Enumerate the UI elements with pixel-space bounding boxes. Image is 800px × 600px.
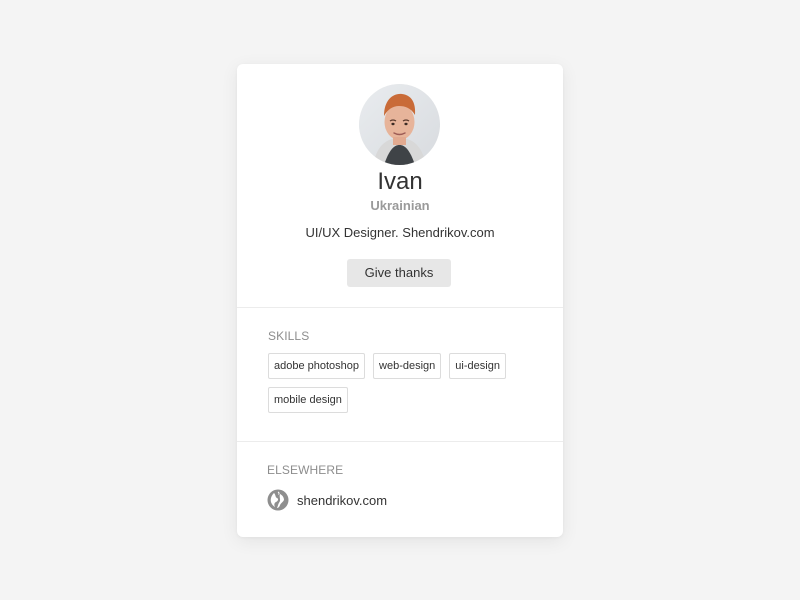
profile-section: Ivan Ukrainian UI/UX Designer. Shendriko…	[237, 64, 563, 308]
skills-tag-list: adobe photoshop web-design ui-design mob…	[268, 353, 532, 413]
website-link-row[interactable]: shendrikov.com	[267, 489, 387, 511]
skill-tag-mobile-design[interactable]: mobile design	[268, 387, 348, 413]
person-avatar-icon	[359, 84, 440, 165]
profile-name: Ivan	[377, 168, 423, 195]
website-link[interactable]: shendrikov.com	[297, 493, 387, 508]
avatar[interactable]	[359, 84, 440, 165]
profile-bio: UI/UX Designer. Shendrikov.com	[305, 225, 495, 240]
profile-card: Ivan Ukrainian UI/UX Designer. Shendriko…	[237, 64, 563, 537]
profile-nationality: Ukrainian	[370, 198, 430, 213]
skills-section: SKILLS adobe photoshop web-design ui-des…	[237, 308, 563, 442]
skill-tag-adobe-photoshop[interactable]: adobe photoshop	[268, 353, 366, 379]
elsewhere-heading: ELSEWHERE	[267, 463, 344, 477]
skill-tag-web-design[interactable]: web-design	[373, 353, 442, 379]
skills-heading: SKILLS	[268, 329, 310, 343]
skill-tag-ui-design[interactable]: ui-design	[449, 353, 506, 379]
elsewhere-section: ELSEWHERE shendrikov.com	[237, 442, 563, 537]
globe-icon	[267, 489, 289, 511]
give-thanks-button[interactable]: Give thanks	[347, 259, 451, 287]
